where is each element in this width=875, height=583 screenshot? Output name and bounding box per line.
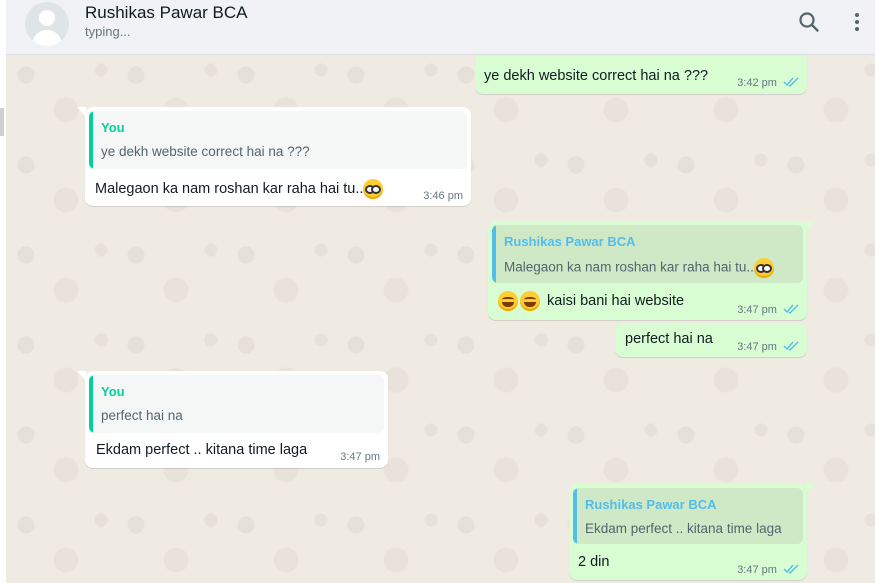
message-text-line: Malegaon ka nam roshan kar raha hai tu.. — [95, 179, 384, 199]
quote-text-line: Malegaon ka nam roshan kar raha hai tu.. — [504, 258, 774, 278]
bubble-tail — [77, 107, 86, 117]
chat-header[interactable]: Rushikas Pawar BCA typing... — [6, 0, 875, 55]
message-meta: 3:47 pm — [737, 340, 799, 354]
left-panel-marker — [0, 108, 4, 136]
message-bubble-incoming[interactable]: You ye dekh website correct hai na ??? M… — [77, 107, 471, 206]
bubble-tail — [806, 221, 815, 231]
message-time: 3:46 pm — [423, 190, 463, 202]
laughing-emoji — [520, 291, 540, 311]
quoted-message[interactable]: You perfect hai na — [89, 375, 384, 433]
message-time: 3:47 pm — [737, 563, 777, 576]
quote-text: Ekdam perfect .. kitana time laga — [585, 521, 782, 536]
message-bubble-outgoing[interactable]: ye dekh website correct hai na ??? 3:42 … — [475, 55, 807, 94]
message-text: kaisi bani hai website — [547, 292, 685, 309]
quote-bar — [89, 111, 93, 169]
double-check-read-icon — [783, 563, 799, 577]
avatar[interactable] — [25, 2, 69, 46]
message-meta: 3:47 pm — [737, 563, 799, 577]
message-text-line: kaisi bani hai website — [498, 291, 684, 311]
quote-text: perfect hai na — [101, 408, 183, 423]
double-check-read-icon — [783, 340, 799, 354]
quoted-message[interactable]: Rushikas Pawar BCA Ekdam perfect .. kita… — [573, 488, 803, 544]
avatar-body-shape — [32, 30, 62, 46]
search-icon[interactable] — [796, 9, 822, 35]
double-check-read-icon — [783, 303, 799, 317]
chat-area[interactable]: ye dekh website correct hai na ??? 3:42 … — [6, 55, 875, 583]
nerd-face-emoji — [753, 258, 774, 278]
bubble-tail — [806, 484, 815, 494]
message-time: 3:42 pm — [737, 76, 777, 89]
double-check-read-icon — [783, 76, 799, 90]
message-time: 3:47 pm — [737, 340, 777, 353]
message-text: perfect hai na — [625, 331, 713, 347]
message-text: 2 din — [578, 554, 610, 570]
avatar-head-shape — [39, 10, 55, 26]
quote-author: You — [101, 120, 125, 135]
quoted-message[interactable]: You ye dekh website correct hai na ??? — [89, 111, 467, 169]
quoted-message[interactable]: Rushikas Pawar BCA Malegaon ka nam rosha… — [492, 225, 803, 283]
message-bubble-incoming[interactable]: You perfect hai na Ekdam perfect .. kita… — [77, 371, 388, 468]
laughing-emoji — [498, 291, 518, 311]
message-text: Malegaon ka nam roshan kar raha hai tu.. — [95, 180, 364, 197]
message-bubble-outgoing[interactable]: Rushikas Pawar BCA Malegaon ka nam rosha… — [488, 221, 815, 320]
message-time: 3:47 pm — [737, 303, 777, 316]
message-bubble-outgoing[interactable]: Rushikas Pawar BCA Ekdam perfect .. kita… — [569, 484, 815, 580]
contact-name[interactable]: Rushikas Pawar BCA — [85, 3, 248, 23]
quote-text: ye dekh website correct hai na ??? — [101, 144, 310, 159]
quote-bar — [573, 488, 577, 544]
contact-status: typing... — [85, 24, 131, 39]
quote-author: Rushikas Pawar BCA — [585, 497, 717, 512]
bubble-tail — [77, 371, 86, 381]
quote-text: Malegaon ka nam roshan kar raha hai tu.. — [504, 259, 754, 275]
more-vertical-icon[interactable] — [844, 9, 870, 35]
message-text: Ekdam perfect .. kitana time laga — [96, 442, 308, 458]
quote-bar — [89, 375, 93, 433]
quote-bar — [492, 225, 496, 283]
message-meta: 3:42 pm — [737, 76, 799, 90]
message-text: ye dekh website correct hai na ??? — [484, 68, 709, 84]
message-bubble-outgoing[interactable]: perfect hai na 3:47 pm — [615, 323, 807, 357]
nerd-face-emoji — [363, 179, 384, 199]
quote-author: Rushikas Pawar BCA — [504, 234, 636, 249]
message-meta: 3:47 pm — [737, 303, 799, 317]
message-time: 3:47 pm — [340, 451, 380, 463]
quote-author: You — [101, 384, 125, 399]
